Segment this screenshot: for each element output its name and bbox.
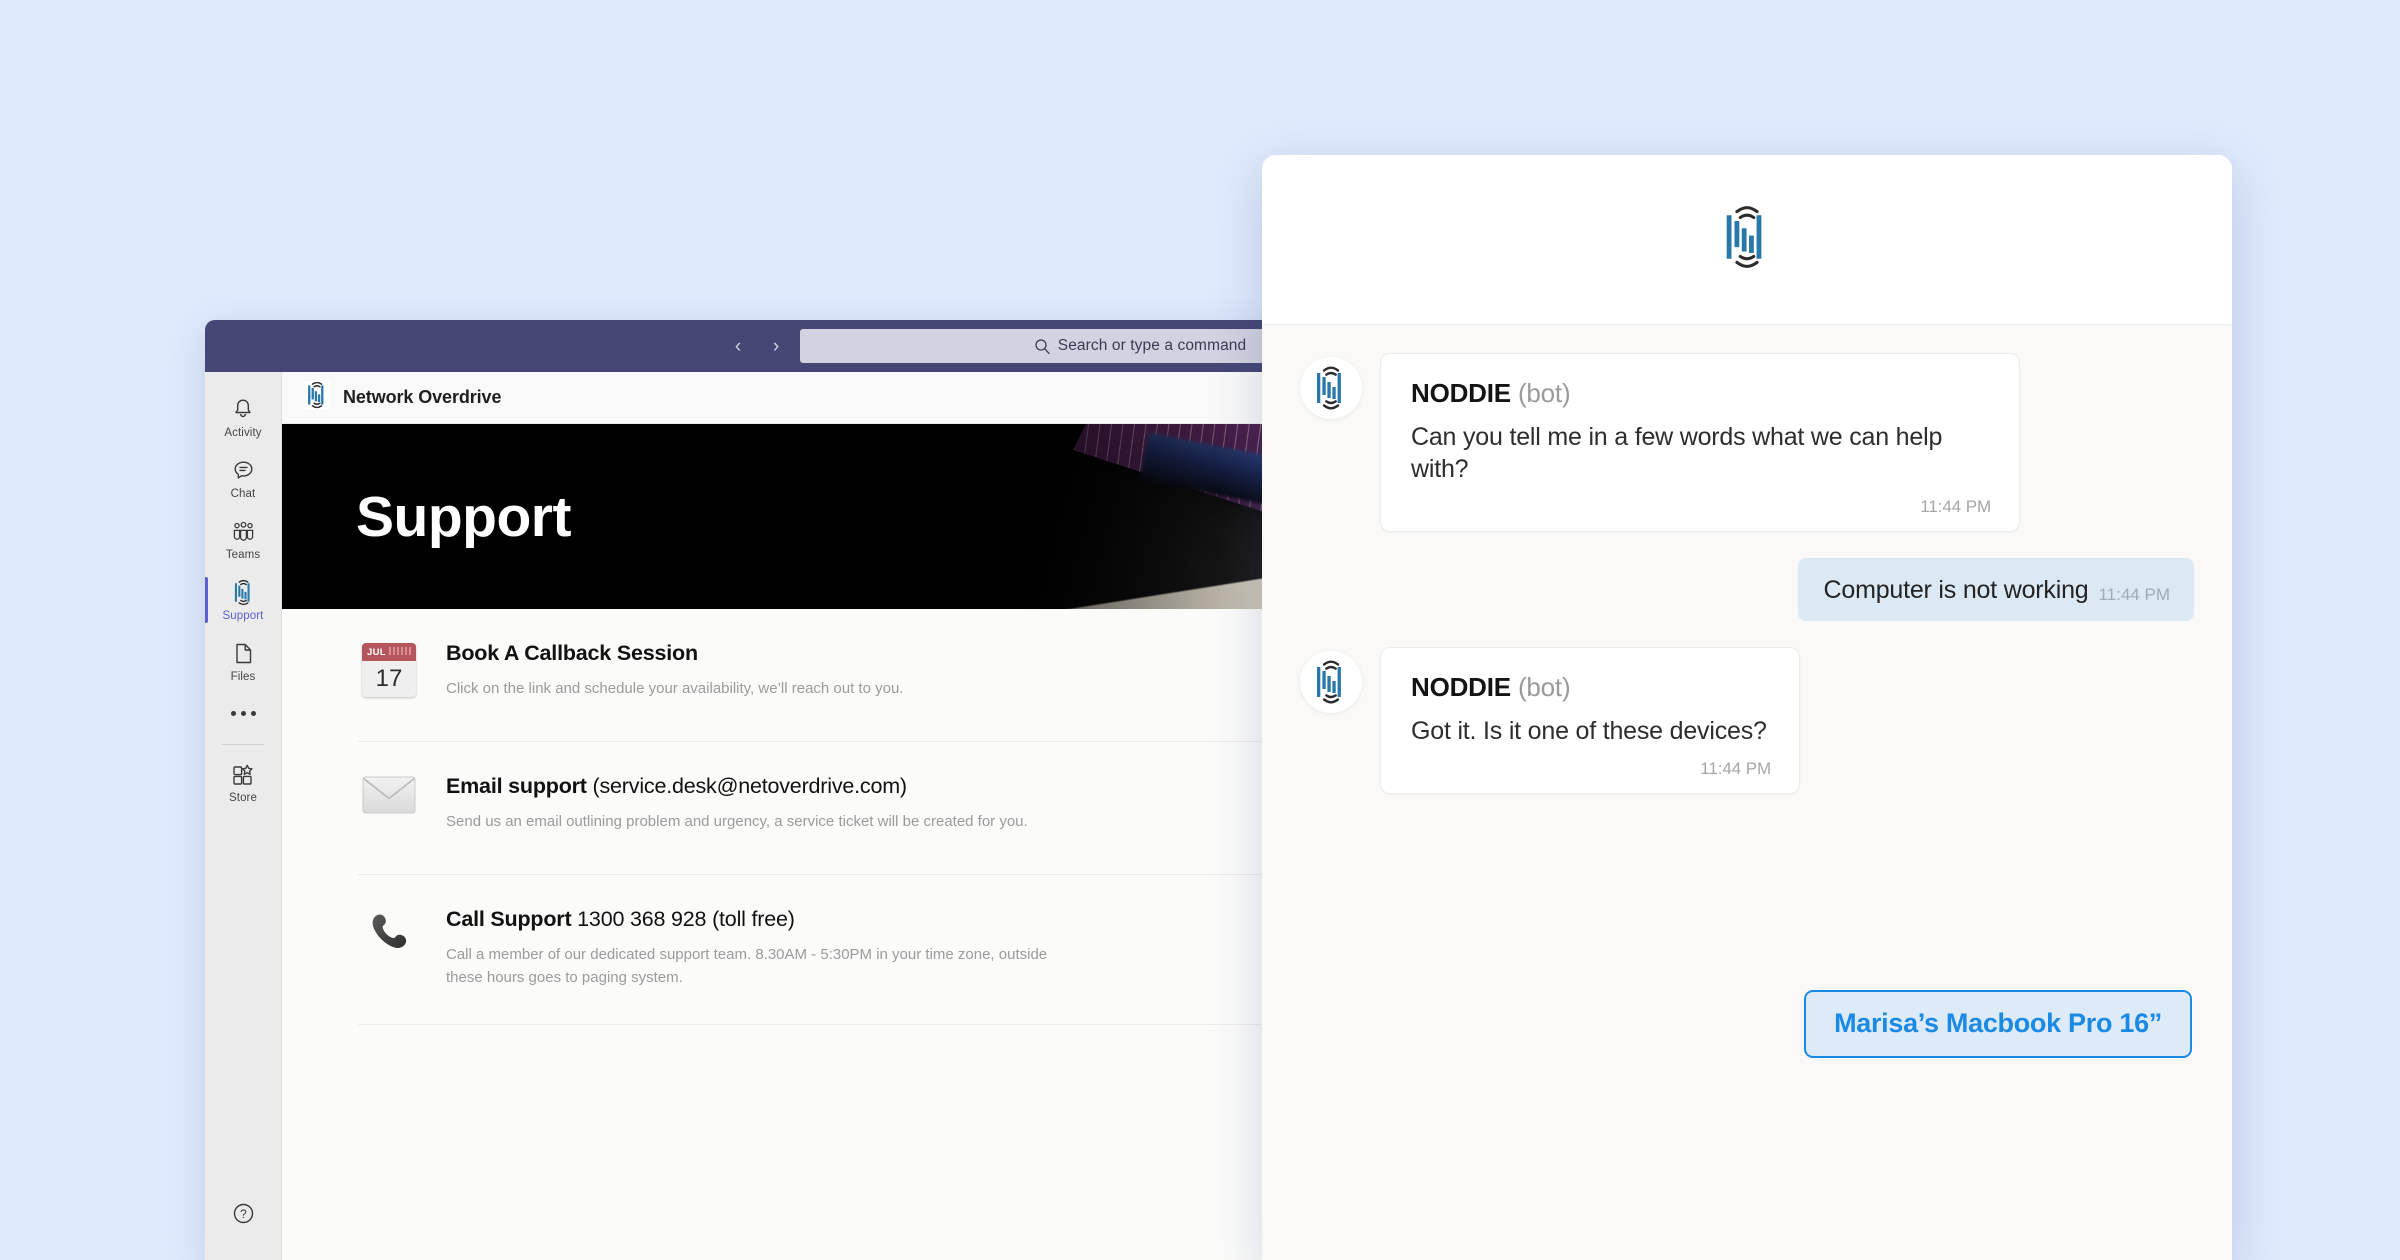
- sidebar-item-help[interactable]: ?: [205, 1200, 282, 1260]
- chat-message-text: Computer is not working: [1823, 576, 2089, 604]
- chat-message-text: Can you tell me in a few words what we c…: [1411, 423, 1943, 483]
- chat-message-user: Computer is not working 11:44 PM: [1300, 558, 2194, 621]
- store-icon: [230, 761, 256, 787]
- chat-timestamp: 11:44 PM: [1700, 759, 1771, 778]
- sidebar-more-options-icon[interactable]: [205, 691, 282, 735]
- chat-sender-name: NODDIE (bot): [1411, 672, 1571, 702]
- noddie-chat-panel: NODDIE (bot) Can you tell me in a few wo…: [1262, 155, 2232, 1260]
- chat-timestamp: 11:44 PM: [2098, 585, 2170, 604]
- chat-message-bot: NODDIE (bot) Got it. Is it one of these …: [1300, 647, 2194, 794]
- row-description: Call a member of our dedicated support t…: [446, 946, 1048, 987]
- calendar-day: 17: [375, 665, 403, 692]
- row-description: Send us an email outlining problem and u…: [446, 813, 1028, 830]
- search-placeholder: Search or type a command: [1057, 337, 1247, 354]
- sidebar-item-support[interactable]: Support: [205, 569, 282, 630]
- noddie-avatar-icon: [1300, 357, 1362, 419]
- sidebar-item-label: Chat: [230, 488, 256, 500]
- phone-icon: [364, 909, 414, 964]
- search-icon: [1034, 338, 1051, 355]
- chat-spacer: [1300, 820, 2194, 990]
- chat-message-list[interactable]: NODDIE (bot) Can you tell me in a few wo…: [1262, 325, 2232, 1260]
- sidebar-item-store[interactable]: Store: [205, 751, 282, 812]
- chat-timestamp: 11:44 PM: [1920, 497, 1991, 516]
- chat-icon: [231, 457, 256, 483]
- chat-bubble-bot: NODDIE (bot) Can you tell me in a few wo…: [1380, 353, 2020, 532]
- row-icon: [358, 772, 420, 819]
- nav-arrows: ‹ ›: [725, 333, 789, 359]
- sidebar-item-teams[interactable]: Teams: [205, 508, 282, 569]
- noddie-logo-icon: [1718, 205, 1776, 274]
- sidebar-item-chat[interactable]: Chat: [205, 447, 282, 508]
- sidebar-item-activity[interactable]: Activity: [205, 386, 282, 447]
- network-overdrive-logo-icon: [231, 579, 256, 605]
- sidebar-item-label: Teams: [225, 549, 261, 561]
- sidebar-item-label: Support: [222, 610, 264, 622]
- chat-message-bot: NODDIE (bot) Can you tell me in a few wo…: [1300, 353, 2194, 532]
- sidebar-item-files[interactable]: Files: [205, 630, 282, 691]
- bell-icon: [231, 396, 255, 422]
- calendar-icon: JUL 17: [362, 643, 416, 697]
- chat-message-text: Got it. Is it one of these devices?: [1411, 717, 1767, 745]
- file-icon: [233, 640, 254, 666]
- help-icon: ?: [231, 1200, 256, 1226]
- row-description: Click on the link and schedule your avai…: [446, 680, 904, 697]
- chat-header: [1262, 155, 2232, 325]
- back-arrow-icon[interactable]: ‹: [725, 333, 751, 359]
- sidebar-divider: [222, 744, 264, 745]
- sidebar-item-label: Store: [229, 792, 257, 804]
- row-icon: JUL 17: [358, 639, 420, 697]
- row-icon: [358, 905, 420, 964]
- chat-bubble-user: Computer is not working 11:44 PM: [1797, 558, 2194, 621]
- sidebar-item-label: Files: [230, 671, 256, 683]
- teams-sidebar: Activity Chat Teams Support Files Store …: [205, 372, 282, 1260]
- forward-arrow-icon[interactable]: ›: [763, 333, 789, 359]
- noddie-avatar-icon: [1300, 651, 1362, 713]
- network-overdrive-logo-icon: [304, 381, 330, 414]
- envelope-icon: [362, 776, 416, 819]
- chat-sender-name: NODDIE (bot): [1411, 378, 1571, 408]
- chat-bubble-bot: NODDIE (bot) Got it. Is it one of these …: [1380, 647, 1800, 794]
- app-title: Network Overdrive: [343, 387, 502, 407]
- calendar-month: JUL: [367, 646, 386, 658]
- page-title: Support: [356, 484, 571, 549]
- teams-icon: [230, 518, 257, 544]
- device-option-button[interactable]: Marisa’s Macbook Pro 16”: [1804, 990, 2192, 1058]
- svg-text:?: ?: [240, 1207, 247, 1221]
- sidebar-item-label: Activity: [224, 427, 262, 439]
- device-options: Marisa’s Macbook Pro 16”: [1300, 990, 2194, 1058]
